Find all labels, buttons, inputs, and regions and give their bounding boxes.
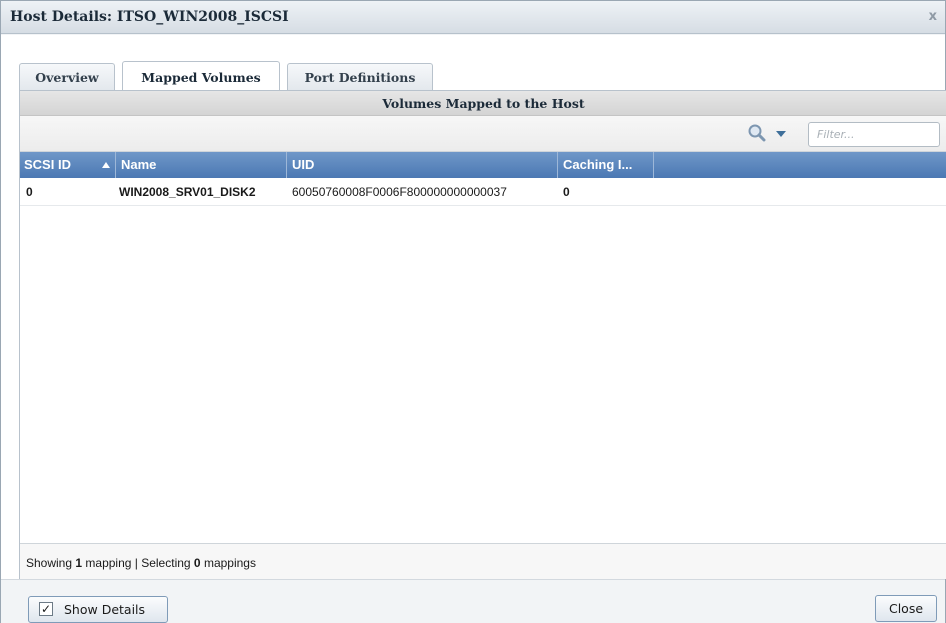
title-bar: Host Details: ITSO_WIN2008_ISCSI x [1,1,945,34]
dialog-footer: ✓ Show Details Close [1,579,945,623]
status-suffix: mappings [200,556,256,570]
column-header-name[interactable]: Name [116,152,287,178]
chevron-down-icon[interactable] [776,131,786,137]
show-details-checkbox[interactable]: ✓ [39,602,53,616]
cell-caching: 0 [563,185,570,199]
show-details-label: Show Details [64,602,146,617]
sort-ascending-icon [102,162,110,168]
mapped-volumes-panel: Volumes Mapped to the Host SCSI ID Name … [19,90,946,579]
selecting-count: 0 [193,556,201,570]
tab-port-definitions[interactable]: Port Definitions [287,63,433,90]
tab-mapped-volumes[interactable]: Mapped Volumes [122,61,280,90]
column-header-label: SCSI ID [24,157,71,172]
panel-header: Volumes Mapped to the Host [20,91,946,116]
cell-scsi-id: 0 [26,185,33,199]
filter-input[interactable] [808,122,940,147]
table-toolbar [20,116,946,152]
column-header-scsi-id[interactable]: SCSI ID [20,152,116,178]
column-header-uid[interactable]: UID [287,152,558,178]
table-row[interactable]: 0 WIN2008_SRV01_DISK2 60050760008F0006F8… [20,178,946,206]
status-prefix: Showing [26,556,76,570]
show-details-button[interactable]: ✓ Show Details [28,596,168,623]
dialog-title: Host Details: ITSO_WIN2008_ISCSI [10,9,289,25]
close-icon[interactable]: x [929,9,937,24]
cell-uid: 60050760008F0006F800000000000037 [292,185,507,199]
tab-overview[interactable]: Overview [19,63,115,90]
status-bar: Showing 1 mapping | Selecting 0 mappings [20,543,946,579]
host-details-dialog: Host Details: ITSO_WIN2008_ISCSI x Overv… [0,0,946,623]
dialog-content: Overview Mapped Volumes Port Definitions… [1,35,946,579]
table-header: SCSI ID Name UID Caching I... [20,152,946,178]
column-header-caching[interactable]: Caching I... [558,152,654,178]
close-button[interactable]: Close [875,595,937,622]
status-mid: mapping | Selecting [82,556,194,570]
search-icon[interactable] [747,123,767,143]
cell-name: WIN2008_SRV01_DISK2 [119,185,256,199]
